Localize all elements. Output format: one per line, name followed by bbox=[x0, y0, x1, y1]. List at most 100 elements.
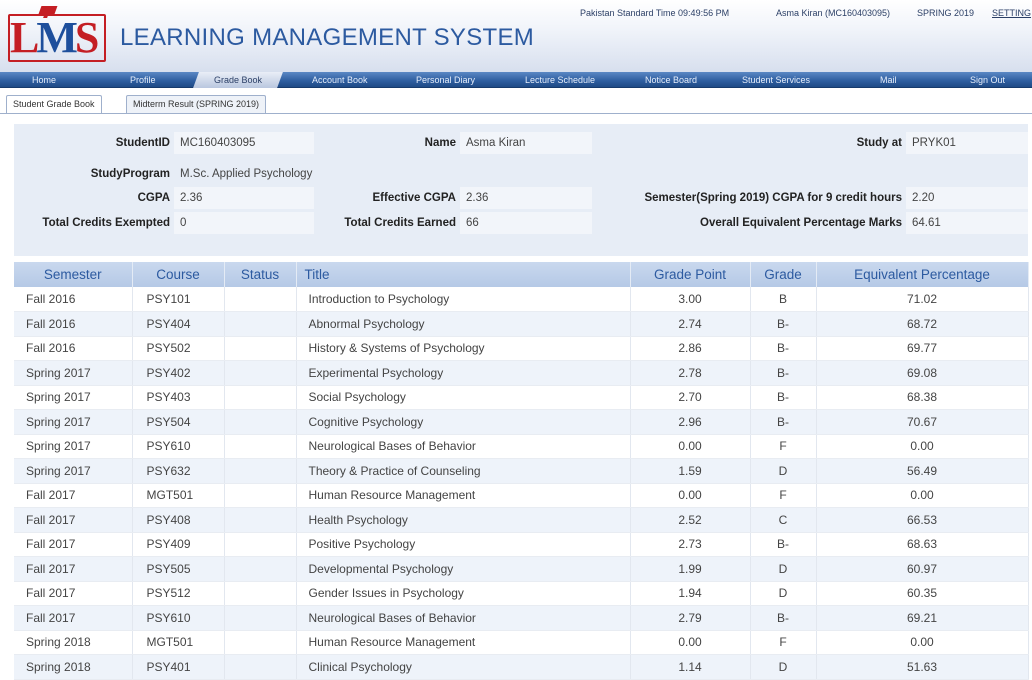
study-at-value: PRYK01 bbox=[906, 132, 1028, 154]
server-time: Pakistan Standard Time 09:49:56 PM bbox=[580, 8, 730, 18]
cell-title: Human Resource Management bbox=[296, 483, 631, 508]
col-grade[interactable]: Grade bbox=[750, 262, 817, 287]
cell-grade: B- bbox=[750, 336, 817, 361]
table-row: Spring 2017 PSY632 Theory & Practice of Co… bbox=[14, 458, 1029, 484]
cell-grade-point: 2.86 bbox=[630, 336, 751, 361]
cell-status bbox=[224, 409, 297, 435]
tab-midterm-result[interactable]: Midterm Result (SPRING 2019) bbox=[126, 95, 267, 113]
col-equivalent-percentage[interactable]: Equivalent Percentage bbox=[816, 262, 1029, 287]
student-info-panel: StudentID MC160403095 Name Asma Kiran St… bbox=[14, 124, 1028, 256]
col-semester[interactable]: Semester bbox=[14, 262, 133, 287]
cell-course: PSY610 bbox=[132, 605, 225, 631]
cell-status bbox=[224, 458, 297, 484]
name-value: Asma Kiran bbox=[460, 132, 592, 154]
table-row: Spring 2017 PSY504 Cognitive Psychology 2.9… bbox=[14, 409, 1029, 435]
study-program-label: StudyProgram bbox=[90, 168, 170, 180]
nav-sign-out[interactable]: Sign Out bbox=[970, 72, 1005, 88]
cell-grade: D bbox=[750, 458, 817, 484]
cell-equivalent-percentage: 60.97 bbox=[816, 556, 1029, 582]
cell-course: PSY403 bbox=[132, 385, 225, 410]
cell-grade-point: 0.00 bbox=[630, 483, 751, 508]
cell-equivalent-percentage: 60.35 bbox=[816, 581, 1029, 606]
cell-grade: D bbox=[750, 654, 817, 680]
cell-semester: Spring 2017 bbox=[14, 385, 133, 410]
credits-earned-value: 66 bbox=[460, 212, 592, 234]
cell-semester: Fall 2016 bbox=[14, 287, 133, 312]
cell-equivalent-percentage: 68.38 bbox=[816, 385, 1029, 410]
cell-status bbox=[224, 434, 297, 459]
cell-grade-point: 2.96 bbox=[630, 409, 751, 435]
table-row: Fall 2017 PSY409 Positive Psychology 2.73 B-… bbox=[14, 532, 1029, 557]
cell-semester: Spring 2017 bbox=[14, 434, 133, 459]
cell-grade: B- bbox=[750, 360, 817, 386]
cell-title: Social Psychology bbox=[296, 385, 631, 410]
cell-status bbox=[224, 311, 297, 337]
cell-grade: B bbox=[750, 287, 817, 312]
table-row: Fall 2017 PSY408 Health Psychology 2.52 C 66.… bbox=[14, 507, 1029, 533]
cell-title: Positive Psychology bbox=[296, 532, 631, 557]
cell-title: Cognitive Psychology bbox=[296, 409, 631, 435]
cell-title: Introduction to Psychology bbox=[296, 287, 631, 312]
cell-status bbox=[224, 605, 297, 631]
cell-title: Theory & Practice of Counseling bbox=[296, 458, 631, 484]
cell-status bbox=[224, 630, 297, 655]
cell-course: PSY401 bbox=[132, 654, 225, 680]
cell-course: PSY404 bbox=[132, 311, 225, 337]
cell-grade: F bbox=[750, 630, 817, 655]
nav-account-book[interactable]: Account Book bbox=[312, 72, 368, 88]
cell-grade: B- bbox=[750, 311, 817, 337]
col-title[interactable]: Title bbox=[296, 262, 631, 287]
nav-home[interactable]: Home bbox=[32, 72, 56, 88]
cell-grade-point: 0.00 bbox=[630, 434, 751, 459]
cell-grade: F bbox=[750, 434, 817, 459]
nav-profile[interactable]: Profile bbox=[130, 72, 156, 88]
cell-semester: Fall 2017 bbox=[14, 532, 133, 557]
cell-course: MGT501 bbox=[132, 483, 225, 508]
cell-equivalent-percentage: 71.02 bbox=[816, 287, 1029, 312]
tab-divider bbox=[0, 113, 1032, 114]
nav-student-services[interactable]: Student Services bbox=[742, 72, 810, 88]
nav-grade-book[interactable]: Grade Book bbox=[193, 72, 283, 88]
tab-student-grade-book[interactable]: Student Grade Book bbox=[6, 95, 102, 114]
cell-semester: Fall 2017 bbox=[14, 605, 133, 631]
study-program-value: M.Sc. Applied Psychology bbox=[180, 168, 313, 180]
nav-personal-diary[interactable]: Personal Diary bbox=[416, 72, 475, 88]
table-row: Fall 2017 PSY610 Neurological Bases of Beh… bbox=[14, 605, 1029, 631]
table-row: Spring 2017 PSY403 Social Psychology 2.70 B-… bbox=[14, 385, 1029, 410]
cell-equivalent-percentage: 69.08 bbox=[816, 360, 1029, 386]
cell-semester: Spring 2018 bbox=[14, 630, 133, 655]
equivalent-percentage-label: Overall Equivalent Percentage Marks bbox=[700, 217, 902, 229]
settings-link[interactable]: SETTING bbox=[992, 8, 1031, 18]
nav-mail[interactable]: Mail bbox=[880, 72, 897, 88]
table-row: Spring 2018 MGT501 Human Resource Manageme… bbox=[14, 630, 1029, 655]
table-row: Spring 2017 PSY610 Neurological Bases of B… bbox=[14, 434, 1029, 459]
table-row: Spring 2017 PSY402 Experimental Psychology… bbox=[14, 360, 1029, 386]
table-row: Fall 2017 MGT501 Human Resource Management… bbox=[14, 483, 1029, 508]
effective-cgpa-label: Effective CGPA bbox=[372, 192, 456, 204]
cell-status bbox=[224, 507, 297, 533]
cell-status bbox=[224, 483, 297, 508]
cell-equivalent-percentage: 70.67 bbox=[816, 409, 1029, 435]
study-at-label: Study at bbox=[856, 137, 902, 149]
col-grade-point[interactable]: Grade Point bbox=[630, 262, 751, 287]
semester-cgpa-value: 2.20 bbox=[906, 187, 1028, 209]
cell-grade-point: 1.14 bbox=[630, 654, 751, 680]
col-course[interactable]: Course bbox=[132, 262, 225, 287]
nav-notice-board[interactable]: Notice Board bbox=[645, 72, 697, 88]
cell-equivalent-percentage: 0.00 bbox=[816, 630, 1029, 655]
cell-semester: Spring 2018 bbox=[14, 654, 133, 680]
cell-semester: Fall 2016 bbox=[14, 311, 133, 337]
cell-status bbox=[224, 360, 297, 386]
cell-grade-point: 1.94 bbox=[630, 581, 751, 606]
cell-grade: B- bbox=[750, 532, 817, 557]
nav-lecture-schedule[interactable]: Lecture Schedule bbox=[525, 72, 595, 88]
cell-grade-point: 2.78 bbox=[630, 360, 751, 386]
cell-semester: Spring 2017 bbox=[14, 360, 133, 386]
lms-logo[interactable]: LMS bbox=[10, 6, 106, 64]
col-status[interactable]: Status bbox=[224, 262, 297, 287]
cell-grade-point: 1.59 bbox=[630, 458, 751, 484]
cell-status bbox=[224, 336, 297, 361]
cell-grade-point: 2.52 bbox=[630, 507, 751, 533]
cell-equivalent-percentage: 68.72 bbox=[816, 311, 1029, 337]
cell-semester: Spring 2017 bbox=[14, 409, 133, 435]
